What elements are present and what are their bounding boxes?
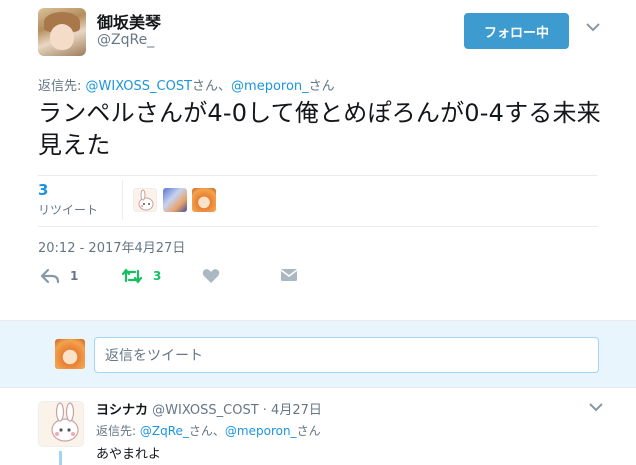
- like-button[interactable]: [202, 268, 220, 284]
- retweet-count[interactable]: 3: [38, 181, 48, 199]
- reply-author-avatar[interactable]: [38, 401, 84, 447]
- mention-link[interactable]: @ZqRe_: [140, 424, 189, 438]
- mention-link[interactable]: @meporon_: [231, 79, 309, 94]
- rabbit-icon: [138, 189, 154, 211]
- display-name[interactable]: 御坂美琴: [97, 9, 161, 33]
- reply-to-suffix: さん: [308, 79, 335, 94]
- reply-to-prefix: 返信先:: [96, 424, 140, 438]
- chevron-down-icon[interactable]: [589, 402, 603, 412]
- reply-display-name[interactable]: ヨシナカ: [96, 403, 148, 418]
- reply-text: あやまれよ: [96, 447, 162, 462]
- reply-to-suffix: さん、: [192, 79, 232, 94]
- tweet-text: ランペルさんが4-0して俺とめぽろんが0-4する未来見えた: [38, 99, 601, 159]
- tweet-timestamp[interactable]: 20:12 - 2017年4月27日: [38, 237, 185, 256]
- reply-composer: 返信をツイート: [0, 320, 636, 388]
- stats-separator: [122, 180, 123, 220]
- chevron-down-icon[interactable]: [586, 22, 600, 32]
- reply-to-suffix: さん: [296, 424, 321, 438]
- reply-to-line: 返信先: @ZqRe_さん、@meporon_さん: [96, 422, 321, 439]
- heart-icon: [202, 269, 220, 283]
- user-avatar[interactable]: [38, 8, 86, 56]
- reply-to-line: 返信先: @WIXOSS_COSTさん、@meporon_さん: [38, 75, 335, 94]
- reply-author[interactable]: ヨシナカ @WIXOSS_COST · 4月27日: [96, 399, 322, 418]
- rabbit-icon: [51, 402, 79, 442]
- username[interactable]: @ZqRe_: [97, 32, 154, 48]
- retweeter-avatar[interactable]: [192, 188, 216, 212]
- retweeter-avatar[interactable]: [163, 188, 187, 212]
- mention-link[interactable]: @meporon_: [225, 424, 297, 438]
- retweet-button[interactable]: 3: [121, 268, 161, 284]
- divider: [38, 226, 598, 227]
- reply-to-prefix: 返信先:: [38, 79, 86, 94]
- direct-message-button[interactable]: [280, 268, 298, 282]
- reply-tweet[interactable]: ヨシナカ @WIXOSS_COST · 4月27日 返信先: @ZqRe_さん、…: [0, 389, 636, 465]
- envelope-icon: [280, 269, 298, 281]
- reply-input[interactable]: 返信をツイート: [94, 337, 599, 373]
- mention-link[interactable]: @WIXOSS_COST: [86, 79, 193, 94]
- avatar-face: [50, 24, 74, 50]
- current-user-avatar[interactable]: [55, 339, 85, 369]
- retweeter-avatar[interactable]: [133, 188, 157, 212]
- retweet-action-count: 3: [153, 269, 162, 283]
- reply-count: 1: [70, 269, 79, 283]
- retweet-label[interactable]: リツイート: [38, 201, 98, 218]
- reply-to-suffix: さん、: [188, 424, 225, 438]
- following-button[interactable]: フォロー中: [464, 13, 569, 49]
- main-tweet: 御坂美琴 @ZqRe_ フォロー中 返信先: @WIXOSS_COSTさん、@m…: [0, 0, 636, 320]
- thread-line: [59, 451, 62, 465]
- reply-button[interactable]: 1: [40, 268, 78, 284]
- retweet-icon: [121, 268, 143, 284]
- reply-meta: @WIXOSS_COST · 4月27日: [148, 403, 322, 418]
- divider: [38, 175, 598, 176]
- reply-icon: [40, 268, 60, 284]
